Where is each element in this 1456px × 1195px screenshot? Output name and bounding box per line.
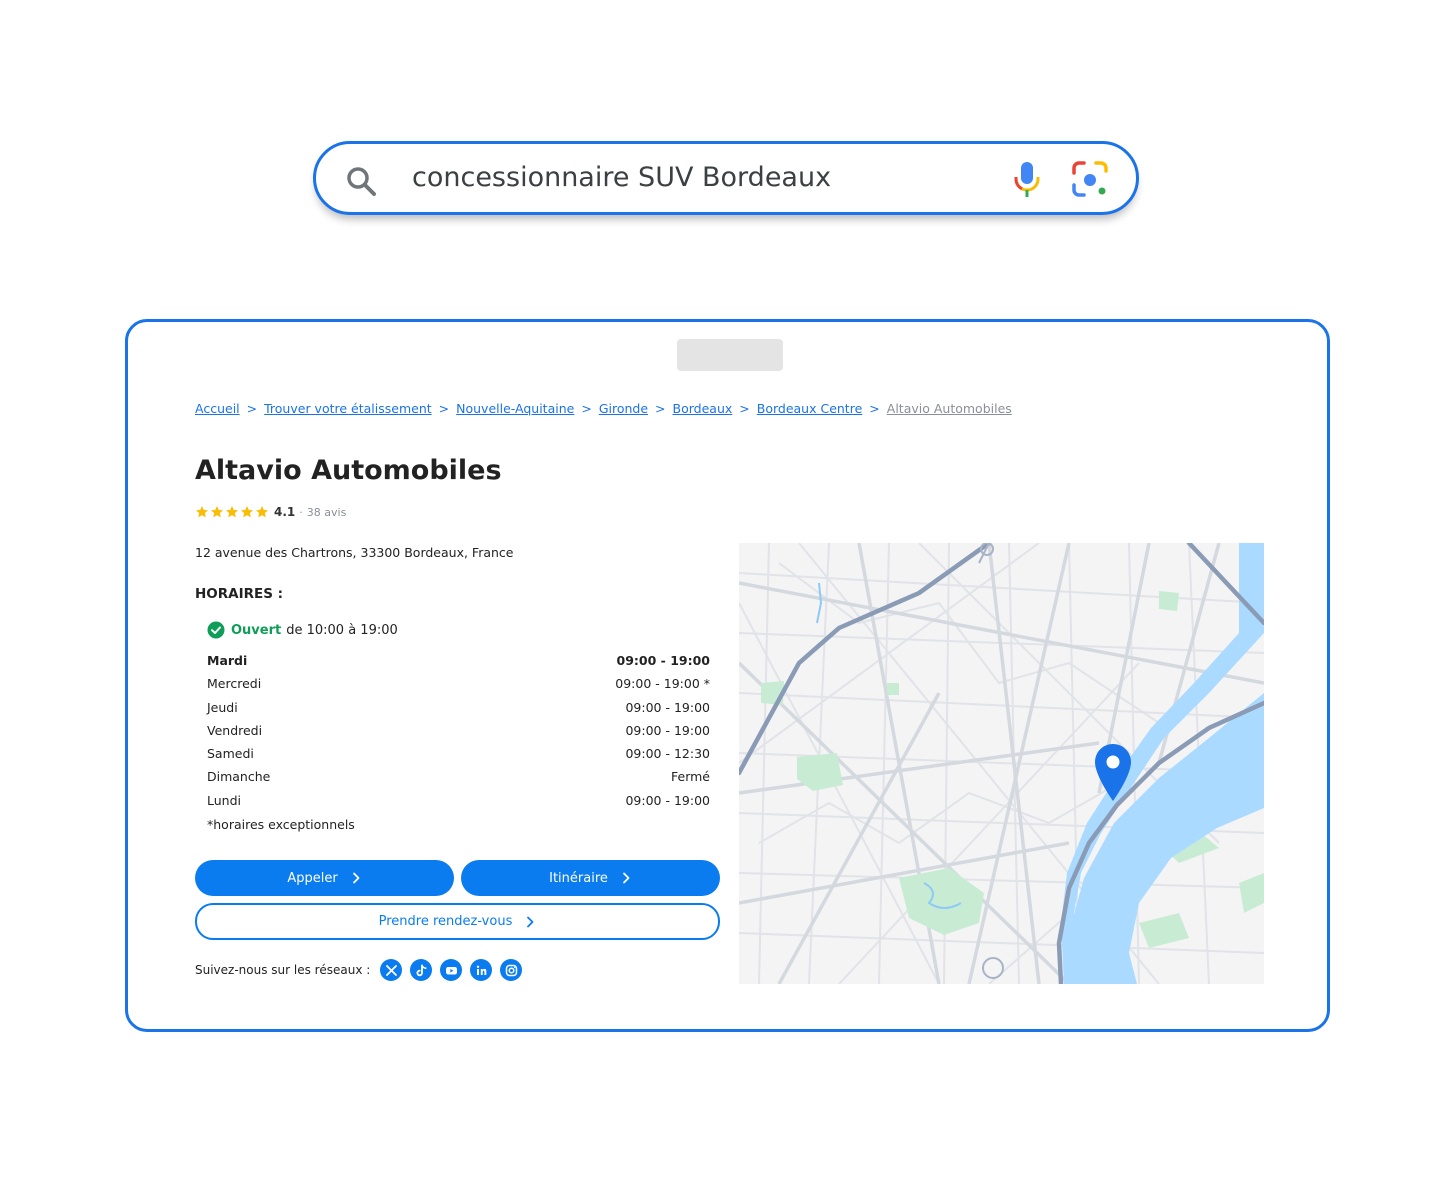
hours-row: Vendredi 09:00 - 19:00 [207, 723, 710, 746]
open-label: Ouvert [231, 622, 282, 638]
youtube-icon[interactable] [440, 959, 463, 981]
business-name: Altavio Automobiles [195, 455, 502, 486]
hours-row: Mardi 09:00 - 19:00 [207, 653, 710, 676]
breadcrumb-current: Altavio Automobiles [886, 401, 1012, 416]
search-bar[interactable]: concessionnaire SUV Bordeaux [313, 141, 1139, 215]
breadcrumb-separator: > [246, 401, 258, 416]
breadcrumb-link-accueil[interactable]: Accueil [195, 401, 240, 416]
hours-row: Jeudi 09:00 - 19:00 [207, 700, 710, 723]
rating-stars [195, 505, 269, 519]
open-status: Ouvert de 10:00 à 19:00 [207, 621, 398, 639]
hours-time: 09:00 - 19:00 [625, 792, 710, 808]
search-query[interactable]: concessionnaire SUV Bordeaux [412, 162, 831, 193]
hours-time: 09:00 - 19:00 [625, 699, 710, 715]
breadcrumb-link-gironde[interactable]: Gironde [599, 401, 648, 416]
check-circle-icon [207, 621, 225, 639]
microphone-icon[interactable] [1010, 159, 1044, 199]
hours-day: Samedi [207, 746, 254, 762]
hours-row: Dimanche Fermé [207, 769, 710, 792]
hours-row: Samedi 09:00 - 12:30 [207, 746, 710, 769]
breadcrumb-separator: > [739, 401, 750, 416]
open-range: de 10:00 à 19:00 [286, 622, 398, 638]
camera-lens-icon[interactable] [1070, 159, 1110, 199]
breadcrumb-separator: > [581, 401, 592, 416]
hours-row: Mercredi 09:00 - 19:00 * [207, 676, 710, 699]
hours-note: *horaires exceptionnels [207, 817, 355, 832]
breadcrumb-link-bordeaux-centre[interactable]: Bordeaux Centre [757, 401, 863, 416]
hours-day: Dimanche [207, 769, 271, 785]
rating-value: 4.1 [274, 505, 296, 519]
placeholder-bar [677, 339, 783, 371]
star-icon [256, 506, 268, 518]
map-canvas[interactable] [739, 543, 1264, 984]
search-icon[interactable] [344, 164, 378, 198]
rating[interactable]: 4.1 · 38 avis [195, 505, 346, 519]
directions-button-label: Itinéraire [549, 870, 608, 886]
star-icon [241, 506, 253, 518]
star-icon [226, 506, 238, 518]
hours-day: Lundi [207, 792, 241, 808]
appointment-button-label: Prendre rendez-vous [378, 914, 513, 929]
star-icon [196, 506, 208, 518]
call-button[interactable]: Appeler [195, 860, 454, 896]
chevron-right-icon [527, 916, 534, 927]
breadcrumb-link-trouver[interactable]: Trouver votre étalissement [264, 401, 432, 416]
hours-row: Lundi 09:00 - 19:00 [207, 793, 710, 816]
star-icon [211, 506, 223, 518]
breadcrumb: Accueil > Trouver votre étalissement > Nouve… [195, 401, 1012, 416]
breadcrumb-link-bordeaux[interactable]: Bordeaux [673, 401, 733, 416]
breadcrumb-separator: > [655, 401, 666, 416]
hours-time: 09:00 - 19:00 [625, 722, 710, 738]
social-label: Suivez-nous sur les réseaux : [195, 963, 371, 977]
appointment-button[interactable]: Prendre rendez-vous [195, 903, 720, 940]
business-card: Accueil > Trouver votre étalissement > Nouve… [125, 319, 1330, 1032]
tiktok-icon[interactable] [410, 959, 433, 981]
hours-day: Mardi [207, 653, 248, 668]
hours-time: Fermé [671, 769, 710, 785]
hours-time: 09:00 - 12:30 [625, 746, 710, 762]
breadcrumb-separator: > [438, 401, 450, 416]
hours-day: Vendredi [207, 722, 263, 738]
chevron-right-icon [622, 872, 630, 884]
x-icon[interactable] [380, 959, 403, 981]
instagram-icon[interactable] [500, 959, 523, 981]
hours-time: 09:00 - 19:00 [616, 653, 710, 668]
business-address: 12 avenue des Chartrons, 33300 Bordeaux,… [195, 545, 514, 560]
social-links: Suivez-nous sur les réseaux : [195, 959, 530, 981]
hours-day: Jeudi [207, 699, 238, 715]
linkedin-icon[interactable] [470, 959, 493, 981]
chevron-right-icon [352, 872, 360, 884]
review-count[interactable]: 38 avis [307, 506, 347, 519]
hours-time: 09:00 - 19:00 * [615, 676, 710, 692]
rating-separator: · [299, 505, 303, 519]
call-button-label: Appeler [287, 870, 338, 886]
breadcrumb-separator: > [869, 401, 880, 416]
breadcrumb-link-nouvelle-aquitaine[interactable]: Nouvelle-Aquitaine [456, 401, 574, 416]
hours-title: HORAIRES : [195, 586, 284, 602]
hours-day: Mercredi [207, 676, 262, 692]
map[interactable] [739, 543, 1264, 984]
hours-table: Mardi 09:00 - 19:00 Mercredi 09:00 - 19:00 … [207, 653, 710, 816]
directions-button[interactable]: Itinéraire [461, 860, 720, 896]
